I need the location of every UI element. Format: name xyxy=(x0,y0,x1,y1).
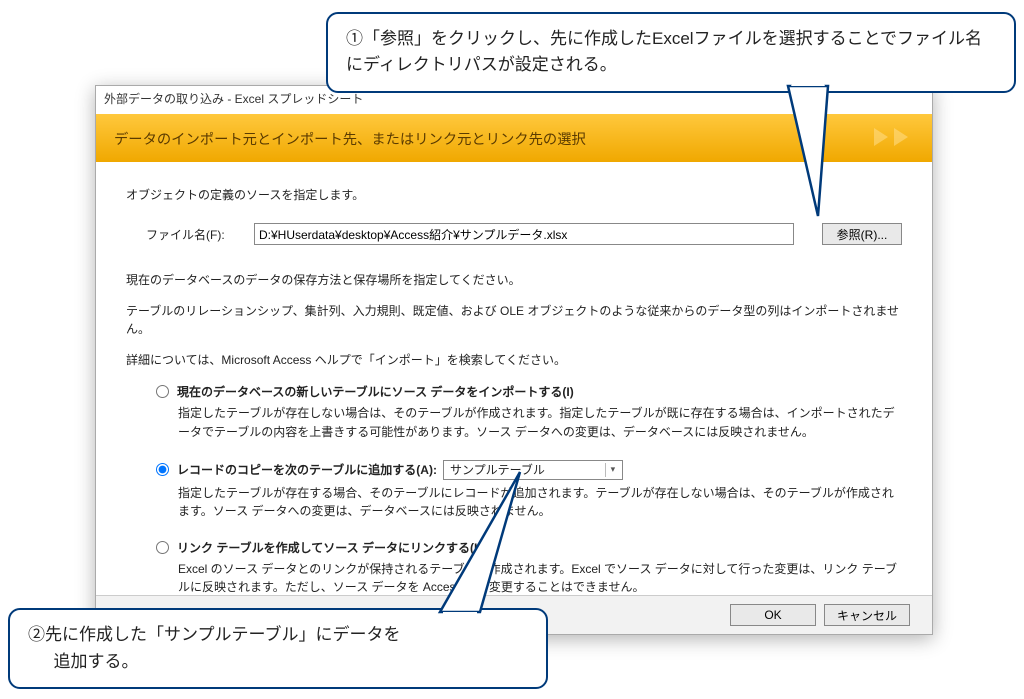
file-row: ファイル名(F): 参照(R)... xyxy=(126,223,902,245)
opt-append-label: レコードのコピーを次のテーブルに追加する(A): xyxy=(177,461,437,478)
callout-1-text: ①「参照」をクリックし、先に作成したExcelファイルを選択することでファイル名… xyxy=(346,29,982,74)
callout-1: ①「参照」をクリックし、先に作成したExcelファイルを選択することでファイル名… xyxy=(326,12,1016,93)
opt-import-new: 現在のデータベースの新しいテーブルにソース データをインポートする(I) 指定し… xyxy=(156,383,902,441)
browse-button[interactable]: 参照(R)... xyxy=(822,223,902,245)
callout-2-line1: ②先に作成した「サンプルテーブル」にデータを xyxy=(28,622,528,648)
ok-button[interactable]: OK xyxy=(730,604,816,626)
para-help: 詳細については、Microsoft Access ヘルプで「インポート」を検索し… xyxy=(126,351,902,370)
callout-1-tail-icon xyxy=(788,86,868,226)
callout-2-line2: 追加する。 xyxy=(28,649,528,675)
radio-append[interactable] xyxy=(156,463,169,476)
opt-import-new-desc: 指定したテーブルが存在しない場合は、そのテーブルが作成されます。指定したテーブル… xyxy=(178,404,902,441)
callout-2-tail-icon xyxy=(440,472,580,622)
radio-import-new[interactable] xyxy=(156,385,169,398)
chevron-down-icon: ▾ xyxy=(605,463,620,477)
para-storage: 現在のデータベースのデータの保存方法と保存場所を指定してください。 xyxy=(126,271,902,290)
file-label: ファイル名(F): xyxy=(126,226,254,243)
para-limit: テーブルのリレーションシップ、集計列、入力規則、既定値、および OLE オブジェ… xyxy=(126,302,902,339)
opt-import-new-label: 現在のデータベースの新しいテーブルにソース データをインポートする(I) xyxy=(177,383,574,400)
intro-text: オブジェクトの定義のソースを指定します。 xyxy=(126,186,902,203)
cancel-button[interactable]: キャンセル xyxy=(824,604,910,626)
file-path-input[interactable] xyxy=(254,223,794,245)
banner-text: データのインポート元とインポート先、またはリンク元とリンク先の選択 xyxy=(96,128,586,149)
callout-2: ②先に作成した「サンプルテーブル」にデータを 追加する。 xyxy=(8,608,548,689)
radio-link[interactable] xyxy=(156,541,169,554)
